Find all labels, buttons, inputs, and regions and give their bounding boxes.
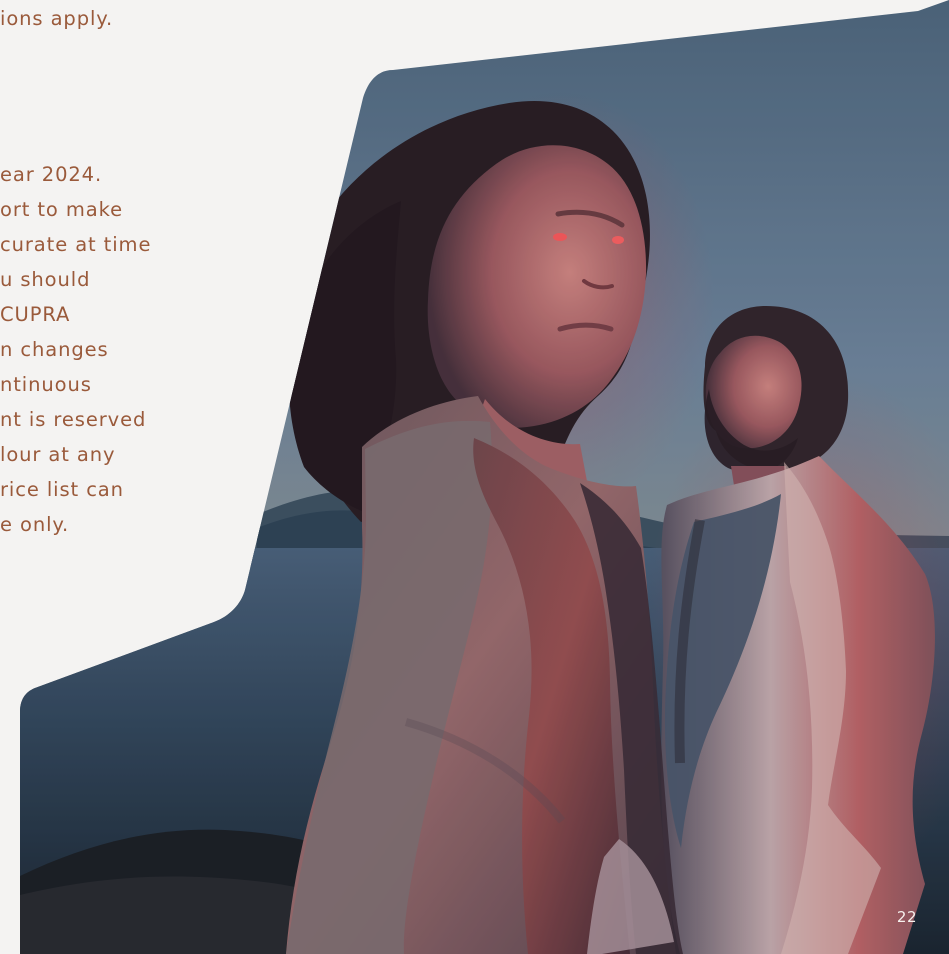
lifestyle-photo: 22	[0, 0, 949, 954]
catalog-page: ions apply. ear 2024. ort to make curate…	[0, 0, 949, 954]
page-number: 22	[896, 908, 917, 926]
lifestyle-photo-graphic	[20, 0, 949, 954]
